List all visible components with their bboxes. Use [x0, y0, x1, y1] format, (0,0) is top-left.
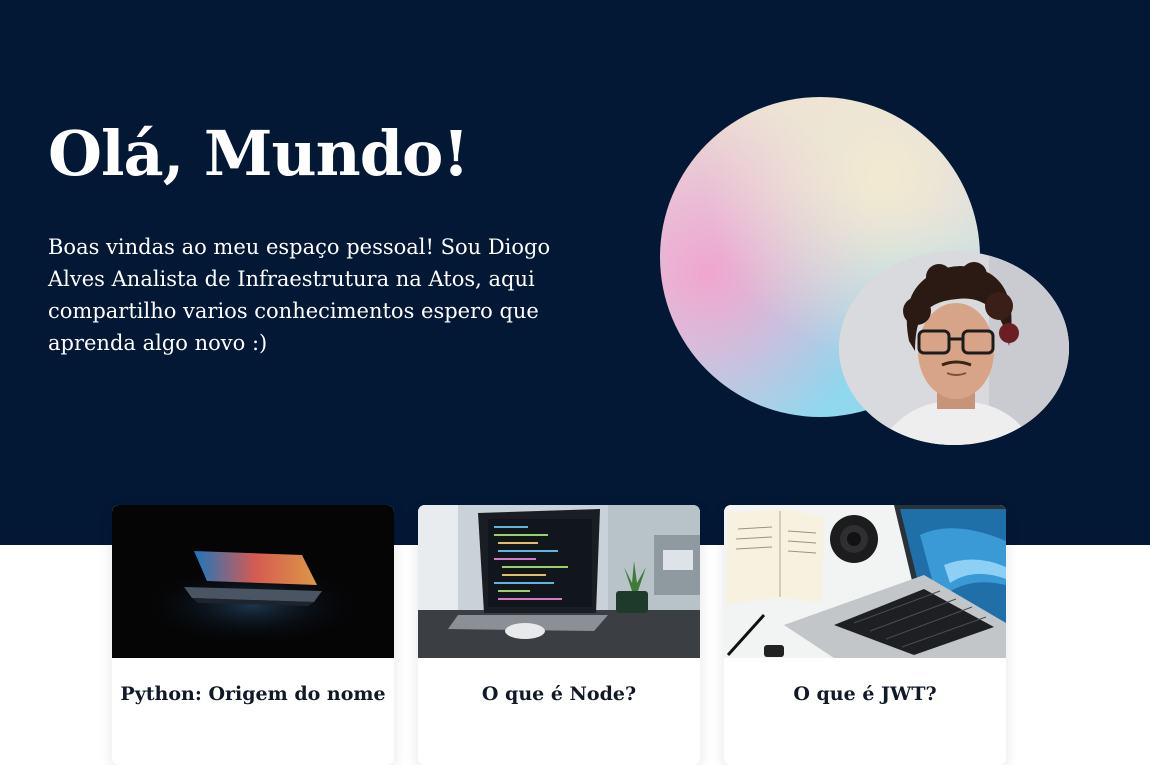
hero-section: Olá, Mundo! Boas vindas ao meu espaço pe… — [0, 0, 1150, 545]
post-title[interactable]: O que é JWT? — [724, 683, 1006, 705]
posts-list: Python: Origem do nome O que é Node? O q… — [0, 505, 1150, 765]
post-thumbnail[interactable] — [112, 505, 394, 658]
post-card[interactable]: O que é JWT? — [724, 505, 1006, 765]
post-title[interactable]: O que é Node? — [418, 683, 700, 705]
post-title[interactable]: Python: Origem do nome — [112, 683, 394, 705]
hero-description: Boas vindas ao meu espaço pessoal! Sou D… — [48, 235, 551, 355]
post-thumbnail[interactable] — [418, 505, 700, 658]
hero-title: Olá, Mundo! — [48, 117, 470, 190]
post-card[interactable]: O que é Node? — [418, 505, 700, 765]
post-thumbnail[interactable] — [724, 505, 1006, 658]
profile-photo — [839, 251, 1069, 445]
post-card[interactable]: Python: Origem do nome — [112, 505, 394, 765]
